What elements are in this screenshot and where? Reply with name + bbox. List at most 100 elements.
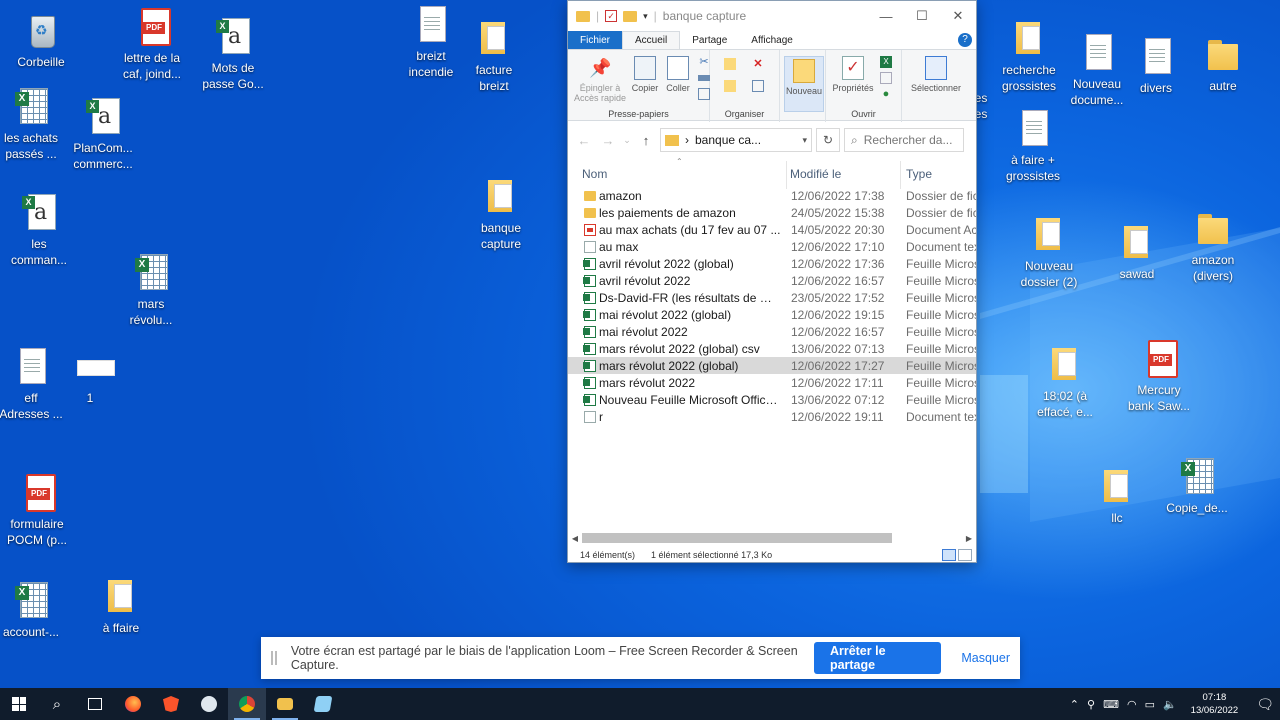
move-to-icon[interactable] <box>724 58 736 70</box>
refresh-button[interactable]: ↻ <box>816 128 840 152</box>
back-button[interactable]: ← <box>574 133 594 148</box>
rename-icon[interactable] <box>752 80 764 92</box>
wifi-icon[interactable]: ◠ <box>1127 698 1137 711</box>
close-button[interactable]: ✕ <box>940 1 976 31</box>
search-field[interactable]: ⌕ Rechercher da... <box>844 128 964 152</box>
taskbar-chrome[interactable] <box>228 688 266 720</box>
scroll-right-icon[interactable]: ▶ <box>962 534 976 543</box>
select-button[interactable]: Sélectionner <box>906 56 966 93</box>
drag-handle[interactable] <box>271 651 277 665</box>
up-button[interactable]: ↑ <box>636 133 656 148</box>
paste-button[interactable]: Coller <box>662 56 694 93</box>
edit-icon[interactable] <box>880 72 892 84</box>
file-row[interactable]: au max achats (du 17 fev au 07 ... 14/05/… <box>568 221 976 238</box>
desktop-icon-afaire[interactable]: à faire + grossistes <box>990 108 1076 184</box>
details-view-button[interactable] <box>942 548 956 561</box>
column-modified[interactable]: Modifié le <box>790 167 841 181</box>
file-row[interactable]: mars révolut 2022 12/06/2022 17:11 Feuille… <box>568 374 976 391</box>
new-folder-icon[interactable] <box>623 10 638 22</box>
file-row[interactable]: Ds-David-FR (les résultats de mo... 23/05… <box>568 289 976 306</box>
new-button[interactable]: Nouveau <box>784 56 824 112</box>
show-hidden-icons-button[interactable]: ⌃ <box>1070 698 1079 711</box>
search-button[interactable]: ⌕ <box>38 688 76 720</box>
file-row[interactable]: mars révolut 2022 (global) 12/06/2022 17:… <box>568 357 976 374</box>
taskbar-notepad[interactable] <box>304 688 342 720</box>
copy-to-icon[interactable] <box>724 80 736 92</box>
task-view-button[interactable] <box>76 688 114 720</box>
desktop-icon-banque_capture[interactable]: banque capture <box>458 176 544 252</box>
file-row[interactable]: Nouveau Feuille Microsoft Office... 13/06… <box>568 391 976 408</box>
taskbar-file-explorer[interactable] <box>266 688 304 720</box>
minimize-button[interactable]: — <box>868 1 904 31</box>
file-row[interactable]: les paiements de amazon 24/05/2022 15:38 D… <box>568 204 976 221</box>
desktop-icon-copie[interactable]: Copie_de... <box>1154 456 1240 516</box>
stop-sharing-button[interactable]: Arrêter le partage <box>813 642 942 674</box>
taskbar-firefox[interactable] <box>114 688 152 720</box>
file-row[interactable]: au max 12/06/2022 17:10 Document tex <box>568 238 976 255</box>
column-divider[interactable] <box>786 161 787 189</box>
volume-icon[interactable]: 🔈 <box>1163 698 1177 711</box>
forward-button[interactable]: → <box>598 133 618 148</box>
desktop-icon-nouveau_dossier[interactable]: Nouveau dossier (2) <box>1006 214 1092 290</box>
properties-button[interactable]: ✓ Propriétés <box>828 56 878 93</box>
file-row[interactable]: r 12/06/2022 19:11 Document tex <box>568 408 976 425</box>
scroll-thumb[interactable] <box>582 533 892 543</box>
desktop-icon-lettre[interactable]: lettre de la caf, joind... <box>109 6 195 82</box>
tab-view[interactable]: Affichage <box>739 31 805 49</box>
file-row[interactable]: amazon 12/06/2022 17:38 Dossier de fic <box>568 187 976 204</box>
tab-file[interactable]: Fichier <box>568 31 623 49</box>
desktop-icon-sawad[interactable]: sawad <box>1094 222 1180 282</box>
desktop-icon-mercury[interactable]: Mercury bank Saw... <box>1116 338 1202 414</box>
keyboard-icon[interactable]: ⌨ <box>1103 698 1119 711</box>
maximize-button[interactable]: ☐ <box>904 1 940 31</box>
breadcrumb-path[interactable]: banque ca... <box>695 133 761 147</box>
chevron-down-icon[interactable]: ▾ <box>643 11 648 22</box>
desktop-icon-amazon_divers[interactable]: amazon (divers) <box>1170 208 1256 284</box>
address-field[interactable]: › banque ca... ▾ <box>660 128 812 152</box>
horizontal-scrollbar[interactable]: ◀ ▶ <box>568 530 976 546</box>
notifications-icon[interactable]: 🗨 <box>1256 696 1274 713</box>
taskbar-brave[interactable] <box>152 688 190 720</box>
paste-shortcut-icon[interactable] <box>698 88 710 100</box>
file-row[interactable]: avril révolut 2022 12/06/2022 16:57 Feuill… <box>568 272 976 289</box>
chevron-down-icon[interactable]: ▾ <box>802 135 807 146</box>
desktop-icon-corbeille[interactable]: Corbeille <box>0 10 84 70</box>
delete-icon[interactable]: ✕ <box>752 58 764 70</box>
copy-button[interactable]: Copier <box>628 56 662 93</box>
hide-button[interactable]: Masquer <box>951 651 1020 665</box>
tab-home[interactable]: Accueil <box>622 31 681 49</box>
scroll-track[interactable] <box>582 533 962 543</box>
pin-quick-access-button[interactable]: 📌 Épingler à Accès rapide <box>572 56 628 103</box>
file-row[interactable]: mai révolut 2022 12/06/2022 16:57 Feuille … <box>568 323 976 340</box>
large-icons-view-button[interactable] <box>958 548 972 561</box>
desktop-icon-mars[interactable]: mars révolu... <box>108 252 194 328</box>
cut-icon[interactable]: ✂ <box>698 56 710 68</box>
column-divider[interactable] <box>900 161 901 189</box>
scroll-left-icon[interactable]: ◀ <box>568 534 582 543</box>
desktop-icon-plancom[interactable]: X PlanCom... commerc... <box>60 96 146 172</box>
desktop-icon-autre[interactable]: autre <box>1180 34 1266 94</box>
taskbar-cloud-app[interactable] <box>190 688 228 720</box>
network-icon[interactable]: ⚲ <box>1087 698 1095 711</box>
desktop-icon-h1802[interactable]: 18;02 (à effacé, e... <box>1022 344 1108 420</box>
column-type[interactable]: Type <box>906 167 932 181</box>
desktop-icon-comman[interactable]: Xles comman... <box>0 192 82 268</box>
desktop-icon-mots[interactable]: X Mots de passe Go... <box>190 16 276 92</box>
desktop-icon-one[interactable]: 1 <box>47 346 133 406</box>
properties-icon[interactable]: ✓ <box>605 10 618 22</box>
tab-share[interactable]: Partage <box>680 31 739 49</box>
recent-locations-button[interactable]: ⌄ <box>622 135 632 146</box>
desktop-icon-affaire[interactable]: à ffaire <box>78 576 164 636</box>
clock[interactable]: 07:18 13/06/2022 <box>1191 691 1239 717</box>
help-button[interactable]: ? <box>958 33 972 47</box>
desktop-icon-facture_breizt[interactable]: facture breizt <box>451 18 537 94</box>
open-icon[interactable]: X <box>880 56 892 68</box>
file-row[interactable]: mars révolut 2022 (global) csv 13/06/2022… <box>568 340 976 357</box>
desktop-icon-formulaire[interactable]: formulaire POCM (p... <box>0 472 80 548</box>
desktop-icon-account[interactable]: account-... <box>0 580 74 640</box>
start-button[interactable] <box>0 688 38 720</box>
column-name[interactable]: Nom <box>582 167 607 181</box>
copy-path-icon[interactable] <box>698 75 710 81</box>
wired-network-icon[interactable]: ▭ <box>1145 698 1155 711</box>
history-icon[interactable]: ● <box>880 88 892 100</box>
